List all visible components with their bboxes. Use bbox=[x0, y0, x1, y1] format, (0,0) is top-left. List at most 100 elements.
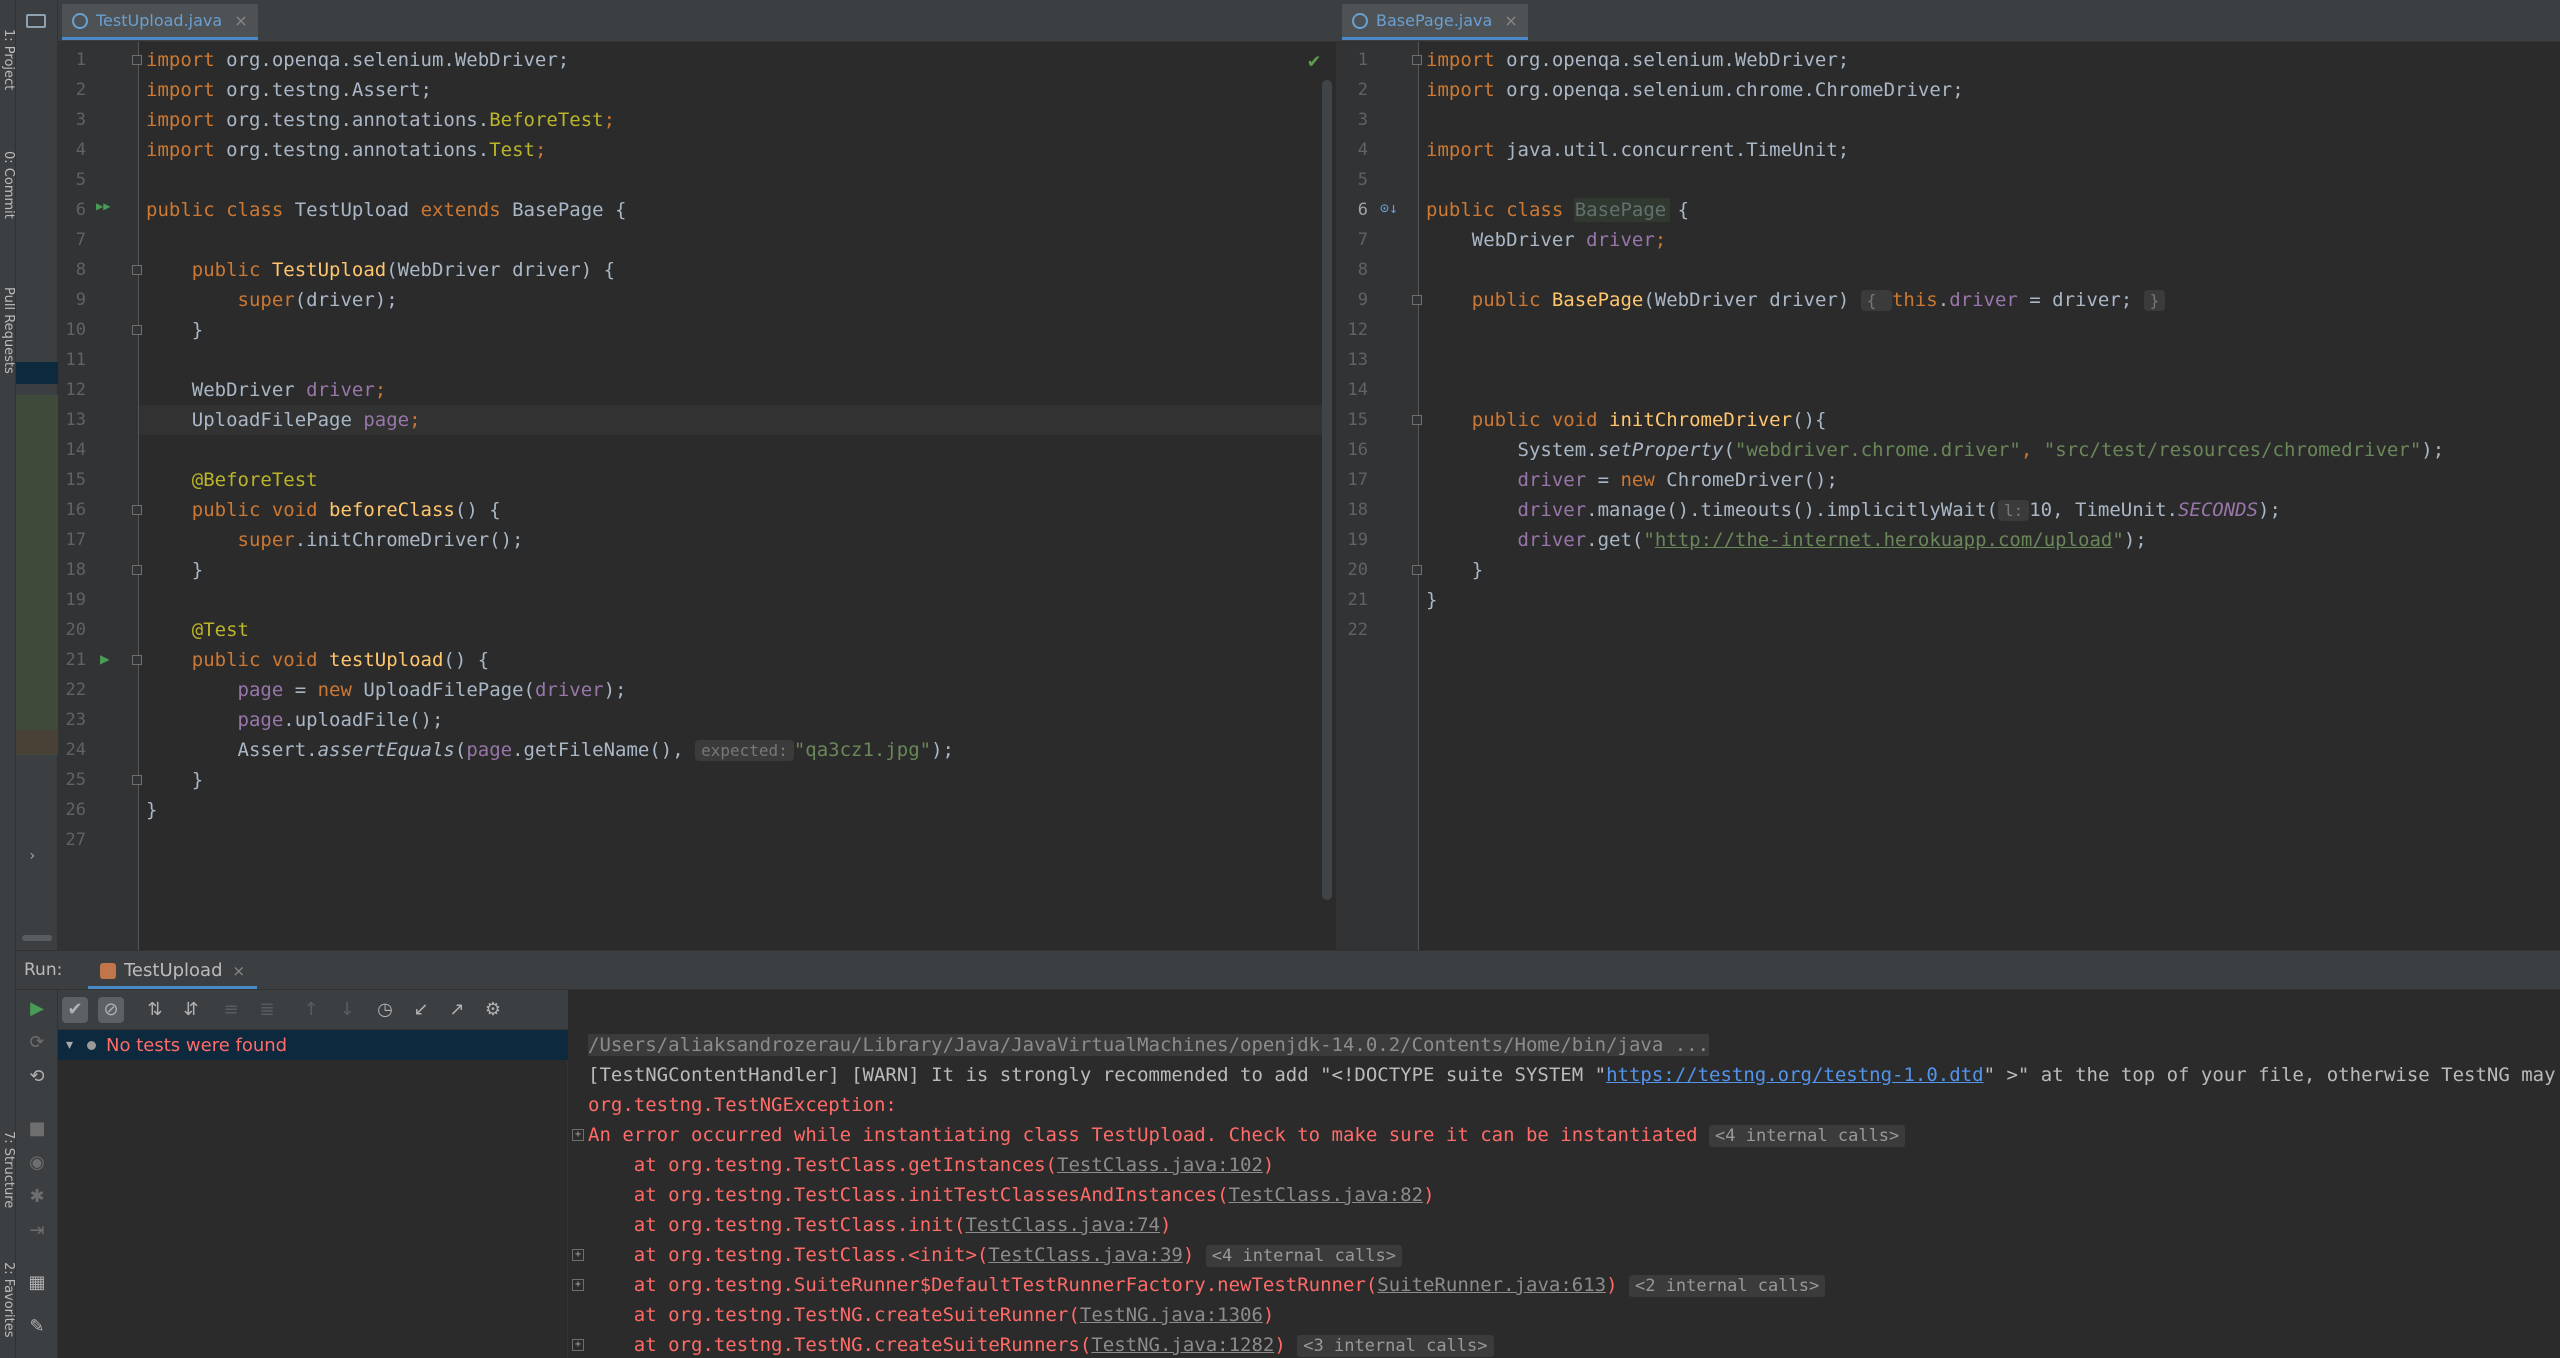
exit-icon[interactable]: ⇥ bbox=[24, 1218, 50, 1244]
line-number: 15 bbox=[1347, 410, 1368, 430]
fold-plus-icon[interactable]: + bbox=[572, 1129, 584, 1141]
sort-duration-icon[interactable]: ⇵ bbox=[178, 997, 204, 1023]
tab-testupload-java[interactable]: TestUpload.java × bbox=[62, 4, 258, 40]
project-selected-row bbox=[16, 362, 58, 384]
url-link[interactable]: http://the-internet.herokuapp.com/upload bbox=[1655, 529, 2113, 551]
stack-line: at org.testng.TestClass.init(TestClass.j… bbox=[588, 1214, 1172, 1236]
line-number: 27 bbox=[65, 830, 86, 850]
stack-link[interactable]: TestClass.java:102 bbox=[1057, 1154, 1263, 1176]
code-line: import org.openqa.selenium.WebDriver; bbox=[1426, 49, 1850, 71]
line-number: 2 bbox=[1357, 80, 1368, 100]
expand-chevron-icon[interactable]: › bbox=[28, 848, 36, 864]
settings-icon[interactable]: ✱ bbox=[24, 1184, 50, 1210]
run-console[interactable]: /Users/aliaksandrozerau/Library/Java/Jav… bbox=[570, 1030, 2560, 1358]
pull-requests-tool-button[interactable]: Pull Requests bbox=[0, 260, 16, 400]
code-line: } bbox=[146, 799, 158, 821]
stack-link[interactable]: TestClass.java:39 bbox=[988, 1244, 1182, 1266]
line-number: 20 bbox=[1347, 560, 1368, 580]
code-line: public TestUpload(WebDriver driver) { bbox=[146, 259, 616, 281]
vertical-scrollbar[interactable] bbox=[1322, 80, 1332, 900]
show-ignored-icon[interactable]: ⊘ bbox=[98, 997, 124, 1023]
java-class-icon bbox=[1352, 12, 1368, 29]
stack-line: at org.testng.SuiteRunner$DefaultTestRun… bbox=[588, 1270, 1826, 1300]
fold-plus-icon[interactable]: + bbox=[572, 1339, 584, 1351]
toggle-auto-test-icon[interactable]: ⟲ bbox=[24, 1064, 50, 1090]
rerun-failed-icon[interactable]: ⟳ bbox=[24, 1030, 50, 1056]
chevron-down-icon[interactable]: ▾ bbox=[66, 1037, 73, 1053]
export-tests-icon[interactable]: ↗ bbox=[444, 997, 470, 1023]
run-method-icon[interactable]: ▶ bbox=[100, 649, 110, 668]
close-icon[interactable]: × bbox=[1504, 11, 1517, 30]
test-tree-root-row[interactable]: ▾ No tests were found bbox=[58, 1030, 568, 1060]
fold-marker-icon[interactable] bbox=[1412, 565, 1422, 575]
fold-marker-icon[interactable] bbox=[132, 655, 142, 665]
gutter-divider bbox=[138, 42, 139, 950]
line-number: 14 bbox=[65, 440, 86, 460]
internal-calls-badge[interactable]: <4 internal calls> bbox=[1709, 1125, 1906, 1147]
test-results-tree: ▾ No tests were found bbox=[58, 1030, 568, 1358]
internal-calls-badge[interactable]: <2 internal calls> bbox=[1628, 1275, 1826, 1297]
overridden-method-icon[interactable]: ⊙↓ bbox=[1380, 199, 1398, 217]
internal-calls-badge[interactable]: <4 internal calls> bbox=[1205, 1245, 1402, 1267]
structure-tool-button[interactable]: 7: Structure bbox=[0, 1110, 16, 1230]
code-line: public void initChromeDriver(){ bbox=[1426, 409, 1827, 431]
line-number: 18 bbox=[65, 560, 86, 580]
next-failed-icon[interactable]: ↓ bbox=[334, 997, 360, 1023]
line-number: 18 bbox=[1347, 500, 1368, 520]
stack-link[interactable]: TestClass.java:82 bbox=[1229, 1184, 1423, 1206]
tab-basepage-java[interactable]: BasePage.java × bbox=[1342, 4, 1528, 40]
close-icon[interactable]: × bbox=[234, 11, 247, 30]
project-view-icon[interactable] bbox=[26, 14, 46, 28]
run-tab-testupload[interactable]: TestUpload × bbox=[88, 955, 258, 989]
line-number: 3 bbox=[75, 110, 86, 130]
line-number: 24 bbox=[65, 740, 86, 760]
line-number: 21 bbox=[1347, 590, 1368, 610]
fold-marker-icon[interactable] bbox=[132, 325, 142, 335]
import-tests-icon[interactable]: ↙ bbox=[408, 997, 434, 1023]
layout-icon[interactable]: ▦ bbox=[24, 1270, 50, 1296]
fold-marker-icon[interactable] bbox=[132, 55, 142, 65]
internal-calls-badge[interactable]: <3 internal calls> bbox=[1297, 1335, 1494, 1357]
sort-alpha-icon[interactable]: ⇅ bbox=[142, 997, 168, 1023]
fold-plus-icon[interactable]: + bbox=[572, 1249, 584, 1261]
stack-link[interactable]: TestNG.java:1306 bbox=[1080, 1304, 1263, 1326]
horizontal-scrollbar[interactable] bbox=[22, 935, 52, 941]
collapse-all-icon[interactable]: ≣ bbox=[254, 997, 280, 1023]
line-number: 8 bbox=[75, 260, 86, 280]
fold-marker-icon[interactable] bbox=[132, 505, 142, 515]
fold-marker-icon[interactable] bbox=[132, 265, 142, 275]
test-status-label: No tests were found bbox=[106, 1034, 288, 1056]
fold-marker-icon[interactable] bbox=[132, 775, 142, 785]
fold-marker-icon[interactable] bbox=[1412, 55, 1422, 65]
project-tool-button[interactable]: 1: Project bbox=[0, 10, 16, 110]
pin-icon[interactable]: ✎ bbox=[24, 1314, 50, 1340]
console-link[interactable]: https://testng.org/testng-1.0.dtd bbox=[1606, 1064, 1984, 1086]
java-class-icon bbox=[72, 12, 88, 29]
line-number: 7 bbox=[1357, 230, 1368, 250]
stop-icon[interactable]: ■ bbox=[24, 1116, 50, 1142]
camera-icon[interactable]: ◉ bbox=[24, 1150, 50, 1176]
stack-link[interactable]: TestNG.java:1282 bbox=[1091, 1334, 1274, 1356]
fold-marker-icon[interactable] bbox=[132, 565, 142, 575]
fold-marker-icon[interactable] bbox=[1412, 415, 1422, 425]
commit-tool-button[interactable]: 0: Commit bbox=[0, 130, 16, 240]
line-number: 4 bbox=[75, 140, 86, 160]
run-class-icon[interactable]: ▶▶ bbox=[96, 199, 110, 213]
favorites-tool-button[interactable]: 2: Favorites bbox=[0, 1250, 16, 1350]
fold-plus-icon[interactable]: + bbox=[572, 1279, 584, 1291]
rerun-icon[interactable]: ▶ bbox=[24, 996, 50, 1022]
gear-icon[interactable]: ⚙ bbox=[480, 997, 506, 1023]
expand-all-icon[interactable]: ≡ bbox=[218, 997, 244, 1023]
stack-line: at org.testng.TestNG.createSuiteRunners(… bbox=[588, 1330, 1494, 1358]
stack-link[interactable]: SuiteRunner.java:613 bbox=[1377, 1274, 1606, 1296]
previous-failed-icon[interactable]: ↑ bbox=[298, 997, 324, 1023]
code-line: } bbox=[146, 319, 204, 341]
close-icon[interactable]: × bbox=[233, 962, 246, 980]
test-history-icon[interactable]: ◷ bbox=[372, 997, 398, 1023]
stack-link[interactable]: TestClass.java:74 bbox=[966, 1214, 1160, 1236]
code-line: public void testUpload() { bbox=[146, 649, 490, 671]
show-passed-icon[interactable]: ✔ bbox=[62, 997, 88, 1023]
fold-marker-icon[interactable] bbox=[1412, 295, 1422, 305]
left-tool-strip: 1: Project 0: Commit Pull Requests 7: St… bbox=[0, 0, 16, 1358]
line-number: 9 bbox=[1357, 290, 1368, 310]
